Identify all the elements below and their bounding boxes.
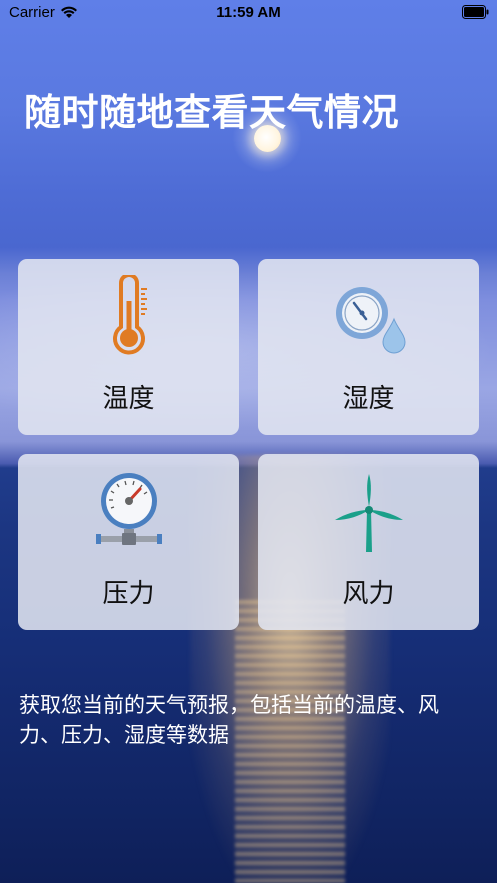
pressure-gauge-icon xyxy=(95,473,162,545)
pressure-card[interactable]: 压力 xyxy=(18,454,239,630)
wind-turbine-icon xyxy=(334,474,403,552)
temperature-label: 温度 xyxy=(102,384,155,414)
status-bar: Carrier 11:59 AM xyxy=(0,0,497,26)
humidity-label: 湿度 xyxy=(342,384,395,414)
wind-card[interactable]: 风力 xyxy=(258,454,479,630)
battery-icon xyxy=(462,5,489,19)
description-text: 获取您当前的天气预报，包括当前的温度、风力、压力、湿度等数据 xyxy=(19,693,439,747)
page-title: 随时随地查看天气情况 xyxy=(24,91,399,134)
hygrometer-icon xyxy=(335,287,406,354)
pressure-label: 压力 xyxy=(102,579,155,609)
clock-time: 11:59 AM xyxy=(216,4,281,21)
humidity-card[interactable]: 湿度 xyxy=(258,259,479,435)
temperature-card[interactable]: 温度 xyxy=(18,259,239,435)
thermometer-icon xyxy=(112,275,147,355)
wind-label: 风力 xyxy=(342,579,395,609)
